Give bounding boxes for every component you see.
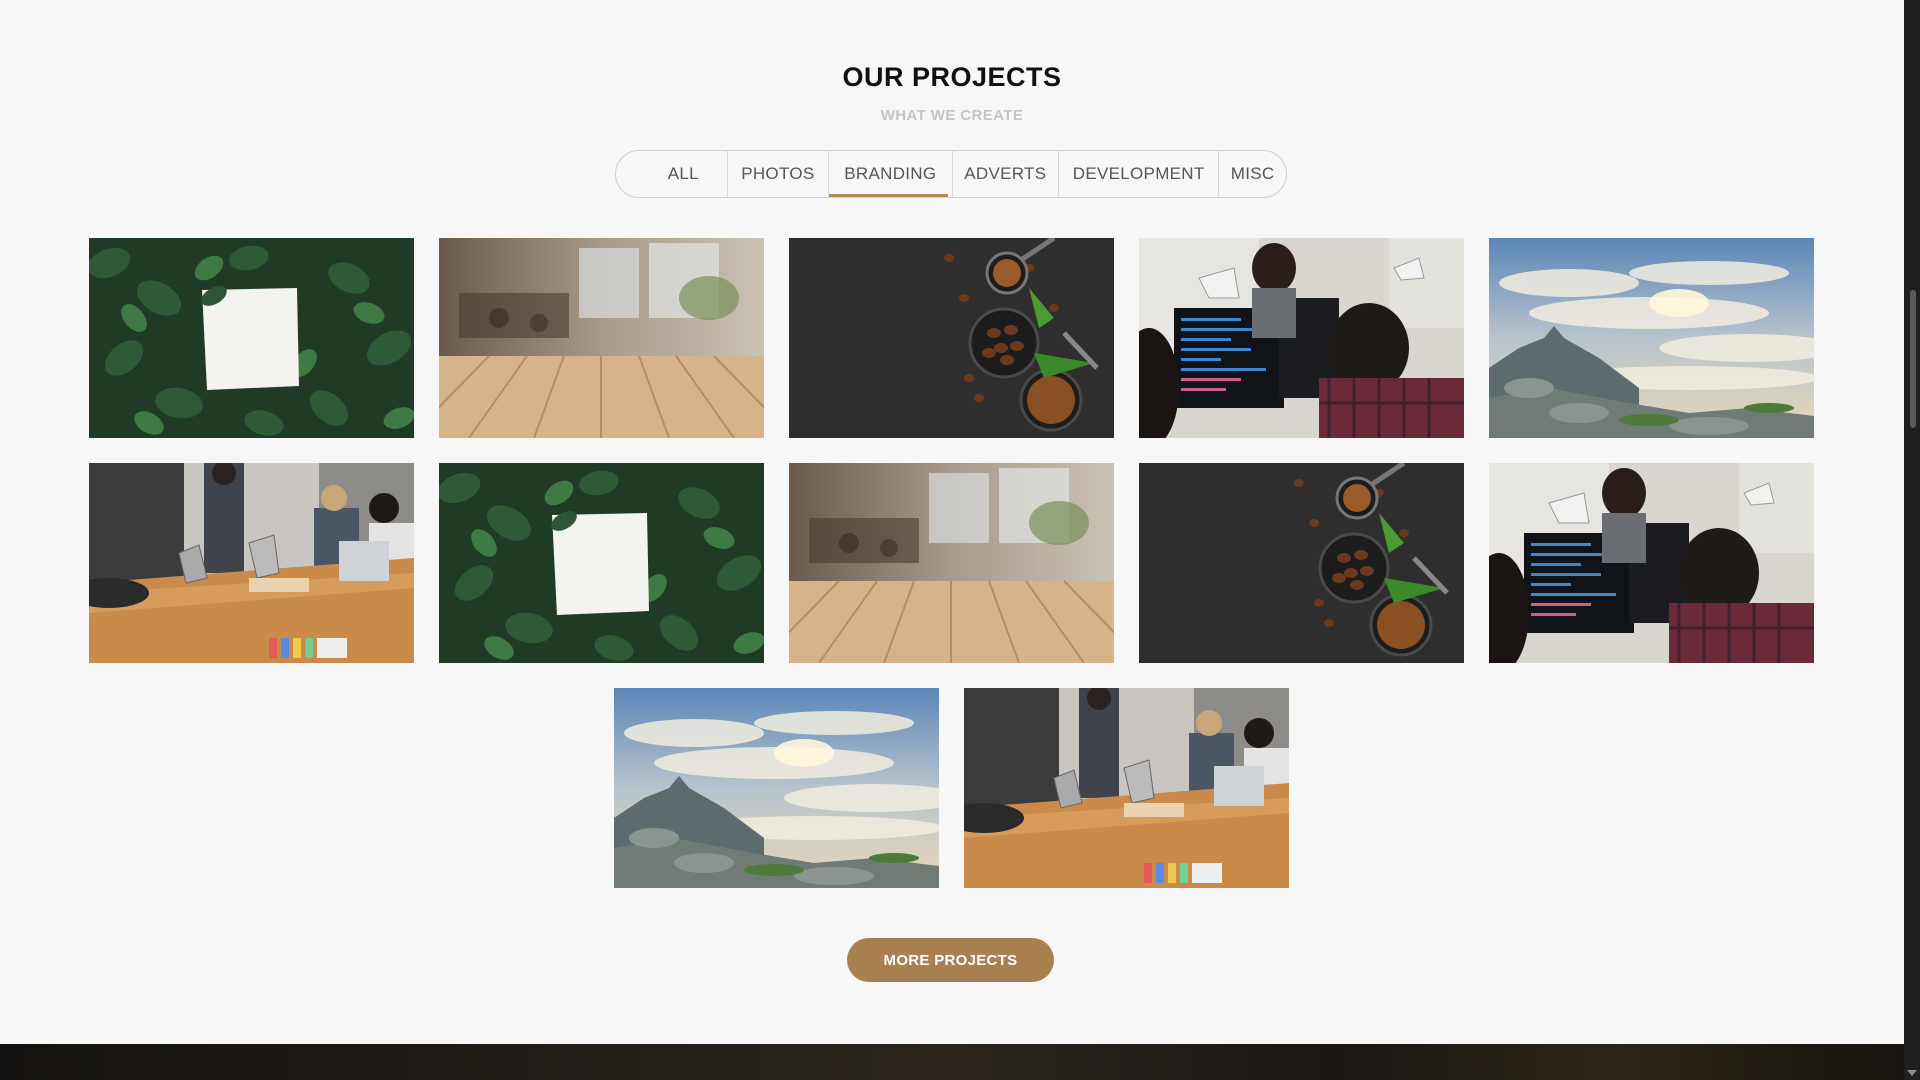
coffee-beans-photo — [789, 238, 1114, 438]
developers-at-desk-photo — [1139, 238, 1464, 438]
more-projects-button[interactable]: MORE PROJECTS — [847, 938, 1054, 982]
project-tile-mountain-sunset-photo[interactable] — [1489, 238, 1814, 438]
filter-tab-branding[interactable]: BRANDING — [828, 151, 951, 197]
section-subtitle: WHAT WE CREATE — [880, 107, 1024, 124]
mountain-sunset-photo — [1489, 238, 1814, 438]
office-meeting-photo — [964, 688, 1289, 888]
project-tile-leaves-paper-photo[interactable] — [439, 463, 764, 663]
cafe-wood-table-photo — [439, 238, 764, 438]
coffee-beans-photo — [1139, 463, 1464, 663]
project-tile-coffee-beans-photo[interactable] — [1139, 463, 1464, 663]
footer-background — [0, 1044, 1904, 1080]
mountain-sunset-photo — [614, 688, 939, 888]
project-tile-developers-at-desk-photo[interactable] — [1489, 463, 1814, 663]
page-scrollbar[interactable] — [1904, 0, 1920, 1080]
project-tile-coffee-beans-photo[interactable] — [789, 238, 1114, 438]
project-tile-developers-at-desk-photo[interactable] — [1139, 238, 1464, 438]
project-tile-office-meeting-photo[interactable] — [89, 463, 414, 663]
project-tile-mountain-sunset-photo[interactable] — [614, 688, 939, 888]
filter-tab-development[interactable]: DEVELOPMENT — [1058, 151, 1218, 197]
office-meeting-photo — [89, 463, 414, 663]
leaves-paper-photo — [439, 463, 764, 663]
project-filter-bar: ALL PHOTOS BRANDING ADVERTS DEVELOPMENT … — [615, 150, 1287, 198]
project-tile-leaves-paper-photo[interactable] — [89, 238, 414, 438]
project-tile-cafe-wood-table-photo[interactable] — [439, 238, 764, 438]
filter-tab-all[interactable]: ALL — [640, 151, 727, 197]
developers-at-desk-photo — [1489, 463, 1814, 663]
cafe-wood-table-photo — [789, 463, 1114, 663]
filter-tab-adverts[interactable]: ADVERTS — [951, 151, 1059, 197]
project-tile-office-meeting-photo[interactable] — [964, 688, 1289, 888]
projects-section: OUR PROJECTS WHAT WE CREATE ALL PHOTOS B… — [0, 0, 1904, 1044]
filter-tab-photos[interactable]: PHOTOS — [726, 151, 829, 197]
leaves-paper-photo — [89, 238, 414, 438]
page: OUR PROJECTS WHAT WE CREATE ALL PHOTOS B… — [0, 0, 1920, 1080]
section-title: OUR PROJECTS — [842, 62, 1062, 92]
project-tile-cafe-wood-table-photo[interactable] — [789, 463, 1114, 663]
scroll-down-arrow-icon[interactable] — [1907, 1070, 1917, 1076]
filter-tab-misc[interactable]: MISC — [1218, 151, 1286, 197]
scrollbar-thumb[interactable] — [1910, 290, 1916, 428]
